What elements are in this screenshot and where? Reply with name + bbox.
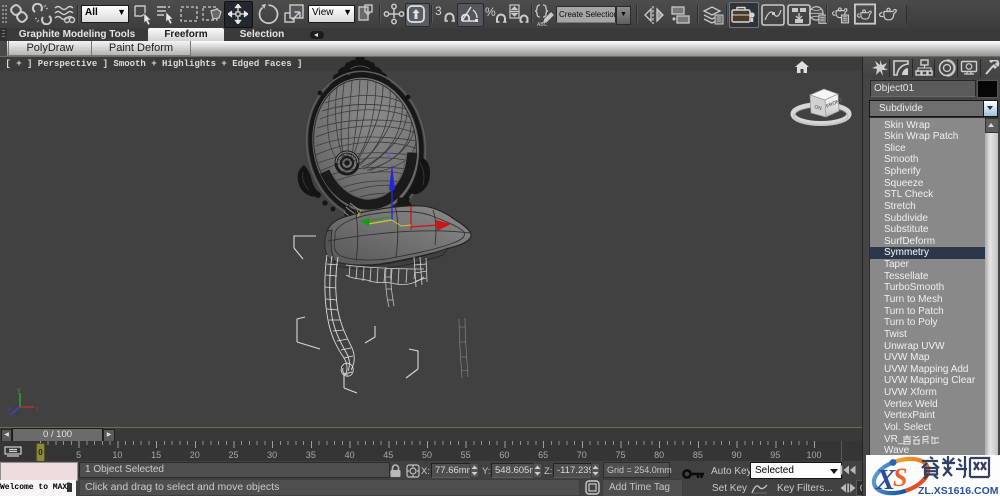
svg-text:x: x [35,406,39,413]
svg-text:y: y [17,387,21,394]
svg-text:3: 3 [435,4,442,18]
svg-text:z: z [7,406,11,413]
svg-text:S: S [893,463,907,492]
svg-text:ZL.XS1616.COM: ZL.XS1616.COM [918,485,999,496]
svg-text:%: % [485,5,496,19]
svg-text:z: z [387,150,391,159]
svg-text:ABC: ABC [537,22,548,27]
svg-text:y: y [357,208,361,217]
